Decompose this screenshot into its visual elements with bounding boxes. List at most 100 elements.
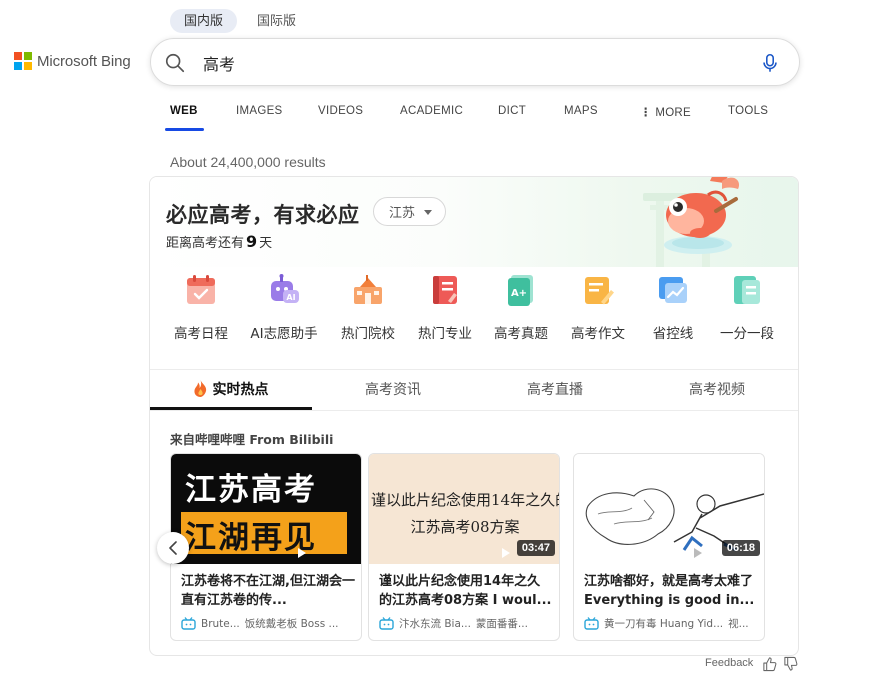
more-dots-icon: ⋮	[640, 107, 652, 119]
quick-link-label: 高考日程	[174, 326, 228, 342]
video-source: 汴水东流 Bia...	[399, 618, 471, 630]
region-tabs: 国内版 国际版	[170, 9, 310, 33]
quick-link-majors[interactable]: 热门专业	[407, 273, 483, 342]
microphone-icon[interactable]	[759, 51, 781, 75]
quick-link-label: 热门专业	[418, 326, 472, 342]
essay-icon	[585, 277, 614, 305]
video-title: 江苏卷将不在江湖,但江湖会一直有江苏卷的传...	[181, 574, 355, 608]
countdown-prefix: 距离高考还有	[166, 236, 245, 251]
search-input[interactable]	[203, 52, 743, 74]
quick-link-past-exams[interactable]: A+ 高考真题	[483, 273, 559, 342]
search-box	[150, 38, 800, 86]
gaokao-card: 必应高考，有求必应 江苏 距离高考还有 9 天 高考日程 AI AI志愿助手 热…	[149, 176, 799, 656]
quick-link-schedule[interactable]: 高考日程	[163, 273, 239, 342]
feedback-link[interactable]: Feedback	[705, 657, 753, 669]
quick-link-label: AI志愿助手	[250, 326, 318, 342]
school-icon	[354, 275, 382, 304]
video-card[interactable]: 谨以此片纪念使用14年之久的 江苏高考08方案 03:47 谨以此片纪念使用14…	[368, 453, 560, 641]
nav-academic[interactable]: ACADEMIC	[400, 105, 463, 117]
subtab-label: 实时热点	[212, 382, 269, 398]
nav-maps[interactable]: MAPS	[564, 105, 598, 117]
quick-link-ai-assistant[interactable]: AI AI志愿助手	[246, 273, 322, 342]
video-title: 谨以此片纪念使用14年之久的江苏高考08方案 I woul...	[379, 574, 552, 608]
bilibili-tv-icon	[584, 617, 599, 630]
book-icon	[433, 276, 457, 304]
subtab-hot-topics[interactable]: 实时热点	[150, 370, 312, 410]
nav-videos[interactable]: VIDEOS	[318, 105, 363, 117]
video-thumbnail: 江苏高考 江湖再见	[171, 454, 361, 564]
countdown-suffix: 天	[259, 236, 273, 251]
nav-images[interactable]: IMAGES	[236, 105, 283, 117]
video-meta: Brute... 饭统戴老板 Boss ...	[181, 616, 357, 631]
thumbs-down-icon[interactable]	[783, 656, 798, 672]
quick-link-essays[interactable]: 高考作文	[560, 273, 636, 342]
quick-link-label: 高考真题	[494, 326, 548, 342]
card-subtabs: 实时热点 高考资讯 高考直播 高考视频	[150, 370, 798, 410]
logo-text: Microsoft Bing	[37, 52, 131, 70]
nav-active-indicator	[165, 128, 204, 131]
quick-link-label: 省控线	[652, 326, 694, 342]
play-icon	[694, 548, 702, 558]
carousel-prev-button[interactable]	[157, 532, 189, 564]
video-thumbnail: 谨以此片纪念使用14年之久的 江苏高考08方案 03:47	[369, 454, 560, 564]
video-card[interactable]: 06:18 江苏啥都好，就是高考太难了 Everything is good i…	[573, 453, 765, 641]
thumbs-up-icon[interactable]	[762, 656, 777, 672]
nav-dict[interactable]: DICT	[498, 105, 526, 117]
quick-link-label: 高考作文	[571, 326, 625, 342]
province-value: 江苏	[389, 205, 416, 220]
subtab-videos[interactable]: 高考视频	[636, 370, 798, 410]
subtab-live[interactable]: 高考直播	[474, 370, 636, 410]
nav-tools[interactable]: TOOLS	[728, 105, 768, 117]
quick-link-label: 热门院校	[341, 326, 395, 342]
video-thumbnail: 06:18	[574, 454, 764, 564]
thumbnail-text: 江苏高考08方案	[410, 518, 520, 536]
svg-text:A+: A+	[511, 288, 527, 299]
video-author: 蒙面番番...	[475, 618, 528, 630]
quick-link-control-line[interactable]: 省控线	[635, 273, 711, 342]
results-count: About 24,400,000 results	[170, 154, 326, 170]
province-select[interactable]: 江苏	[373, 197, 446, 226]
calendar-icon	[187, 275, 215, 304]
video-author: 视...	[728, 618, 749, 630]
ai-robot-icon: AI	[271, 274, 299, 303]
bilibili-tv-icon	[181, 617, 196, 630]
quick-link-schools[interactable]: 热门院校	[330, 273, 406, 342]
region-tab-domestic[interactable]: 国内版	[170, 9, 238, 33]
divider	[150, 410, 798, 411]
bing-logo[interactable]: Microsoft Bing	[14, 52, 131, 70]
video-meta: 黄一刀有毒 Huang Yid... 视...	[584, 616, 760, 631]
video-duration: 06:18	[721, 540, 760, 556]
video-meta: 汴水东流 Bia... 蒙面番番...	[379, 616, 555, 631]
video-source: Brute...	[201, 617, 240, 630]
trend-chart-icon	[659, 277, 687, 303]
exam-paper-icon: A+	[508, 275, 533, 306]
region-tab-international[interactable]: 国际版	[243, 9, 310, 33]
play-icon	[298, 548, 306, 558]
chevron-left-icon	[169, 541, 177, 555]
bilibili-tv-icon	[379, 617, 394, 630]
video-card[interactable]: 江苏高考 江湖再见 江苏卷将不在江湖,但江湖会一直有江苏卷的传... Brute…	[170, 453, 362, 641]
source-label: 来自哔哩哔哩 From Bilibili	[170, 432, 334, 447]
koi-fish-mascot-icon	[664, 177, 740, 254]
countdown: 距离高考还有 9 天	[166, 232, 272, 251]
nav-more-label: MORE	[655, 107, 692, 119]
thumbnail-text: 谨以此片纪念使用14年之久的	[371, 491, 560, 509]
svg-text:AI: AI	[286, 293, 295, 302]
countdown-days: 9	[246, 232, 258, 251]
caret-down-icon	[424, 210, 432, 215]
subtab-news[interactable]: 高考资讯	[312, 370, 474, 410]
nav-more[interactable]: ⋮ MORE	[640, 105, 691, 119]
video-duration: 03:47	[516, 540, 555, 556]
microsoft-logo-icon	[14, 52, 32, 70]
play-icon	[502, 548, 510, 558]
list-document-icon	[734, 276, 760, 304]
quick-links: 高考日程 AI AI志愿助手 热门院校 热门专业 A+ 高考真题 高考作文 省控…	[150, 273, 798, 353]
search-icon[interactable]	[164, 52, 186, 74]
video-author: 饭统戴老板 Boss ...	[244, 618, 339, 630]
quick-link-score-rank[interactable]: 一分一段	[709, 273, 785, 342]
card-title: 必应高考，有求必应	[166, 203, 360, 227]
video-source: 黄一刀有毒 Huang Yid...	[604, 618, 724, 630]
nav-web[interactable]: WEB	[170, 105, 198, 117]
thumbnail-text: 江苏高考	[185, 472, 317, 508]
video-title: 江苏啥都好，就是高考太难了 Everything is good in...	[584, 574, 755, 608]
